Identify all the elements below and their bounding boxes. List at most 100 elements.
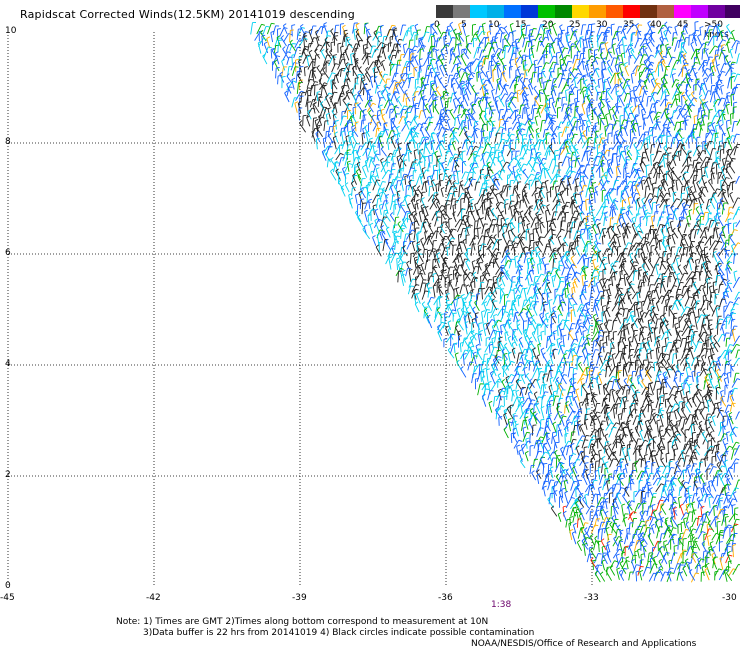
wind-barb-tick <box>379 142 383 144</box>
wind-barb-tick <box>709 140 713 143</box>
wind-barb-tick <box>353 28 358 31</box>
wind-barb-tick <box>529 53 534 57</box>
wind-barb-tick <box>303 114 307 117</box>
wind-barb-tick <box>726 95 731 97</box>
wind-barb-tick <box>521 128 526 131</box>
wind-barb-tick <box>690 41 694 45</box>
wind-barb <box>574 158 577 168</box>
wind-barb-tick <box>590 99 595 101</box>
wind-barb <box>701 48 704 60</box>
wind-barb-tick <box>500 26 505 29</box>
wind-barb-tick <box>503 34 508 38</box>
wind-barb-tick <box>434 96 439 98</box>
wind-barb-tick <box>675 91 680 93</box>
wind-barb <box>706 158 710 168</box>
wind-barb <box>537 56 543 65</box>
wind-barb-tick <box>667 47 672 51</box>
wind-barb-tick <box>732 158 736 160</box>
wind-barb-tick <box>439 77 443 81</box>
wind-barb-tick <box>629 90 634 93</box>
wind-barb-tick <box>316 137 320 140</box>
wind-barb-tick <box>582 89 587 92</box>
wind-barb-tick <box>422 44 426 47</box>
wind-barb-tick <box>485 137 489 141</box>
wind-barb <box>590 175 592 186</box>
wind-barb-tick <box>385 194 390 197</box>
wind-barb <box>405 98 408 107</box>
wind-barb <box>479 49 483 59</box>
wind-barb <box>365 69 372 79</box>
wind-barb-tick <box>494 188 498 191</box>
wind-barb <box>717 145 720 154</box>
wind-barb-tick <box>699 26 704 28</box>
wind-barb-tick <box>578 124 583 128</box>
wind-barb <box>542 43 549 55</box>
wind-barb <box>672 132 678 145</box>
wind-barb <box>458 185 461 198</box>
wind-barb-tick <box>361 132 366 135</box>
wind-barb-tick <box>432 31 437 34</box>
wind-barb-tick <box>402 116 406 118</box>
wind-barb-tick <box>363 114 367 116</box>
wind-barb-tick <box>393 27 398 30</box>
wind-barb <box>664 23 672 34</box>
wind-barb-tick <box>640 216 644 218</box>
wind-barb-tick <box>542 162 546 166</box>
wind-barb-tick <box>718 79 723 82</box>
wind-barb-tick <box>560 46 564 49</box>
wind-barb <box>435 37 439 48</box>
wind-barb-tick <box>455 63 459 66</box>
wind-barb-tick <box>644 47 648 51</box>
wind-barb-tick <box>722 133 726 135</box>
wind-barb <box>306 56 310 67</box>
wind-barb-tick <box>401 204 405 207</box>
wind-barb-tick <box>471 210 475 213</box>
wind-barb-tick <box>307 101 312 103</box>
wind-barb <box>585 39 588 48</box>
wind-barb-tick <box>506 161 510 164</box>
wind-barb-tick <box>472 23 477 26</box>
wind-barb <box>330 80 333 90</box>
wind-barb-tick <box>660 178 665 182</box>
wind-barb-tick <box>721 97 726 100</box>
wind-barb-tick <box>491 120 496 123</box>
wind-barb-tick <box>513 96 518 99</box>
wind-barb <box>605 51 609 61</box>
wind-barb <box>644 150 650 162</box>
wind-barb-tick <box>462 83 466 87</box>
wind-barb-tick <box>495 192 499 196</box>
wind-barb-tick <box>519 76 524 81</box>
wind-barb-tick <box>460 53 465 57</box>
wind-barb-tick <box>701 166 705 169</box>
wind-barb <box>355 40 360 52</box>
wind-barb-tick <box>422 136 427 139</box>
wind-barb <box>542 129 546 138</box>
wind-barb <box>591 62 596 72</box>
wind-barb <box>729 193 734 203</box>
wind-barb <box>550 91 555 102</box>
wind-barb <box>484 37 487 48</box>
wind-barb-tick <box>626 79 630 83</box>
wind-barb-tick <box>564 47 569 50</box>
wind-barb-tick <box>665 43 669 46</box>
wind-barb-tick <box>342 24 346 28</box>
wind-barb <box>610 228 619 238</box>
wind-barb-tick <box>501 169 506 172</box>
wind-barb-tick <box>720 179 725 182</box>
wind-barb-tick <box>473 37 477 40</box>
wind-barb-tick <box>396 155 401 158</box>
wind-barb-tick <box>317 93 321 96</box>
wind-barb-tick <box>588 137 592 140</box>
wind-barb-tick <box>499 159 504 163</box>
wind-barb-tick <box>435 198 440 201</box>
wind-barb-tick <box>557 67 562 69</box>
wind-barb-tick <box>546 204 550 207</box>
wind-barb-tick <box>687 94 691 98</box>
wind-barb-tick <box>638 125 642 128</box>
wind-barb-tick <box>726 101 731 104</box>
wind-barb <box>386 138 390 150</box>
wind-barb-tick <box>571 43 576 45</box>
wind-barb-tick <box>451 77 456 80</box>
wind-barb-tick <box>629 180 634 184</box>
wind-barb-tick <box>501 49 505 52</box>
